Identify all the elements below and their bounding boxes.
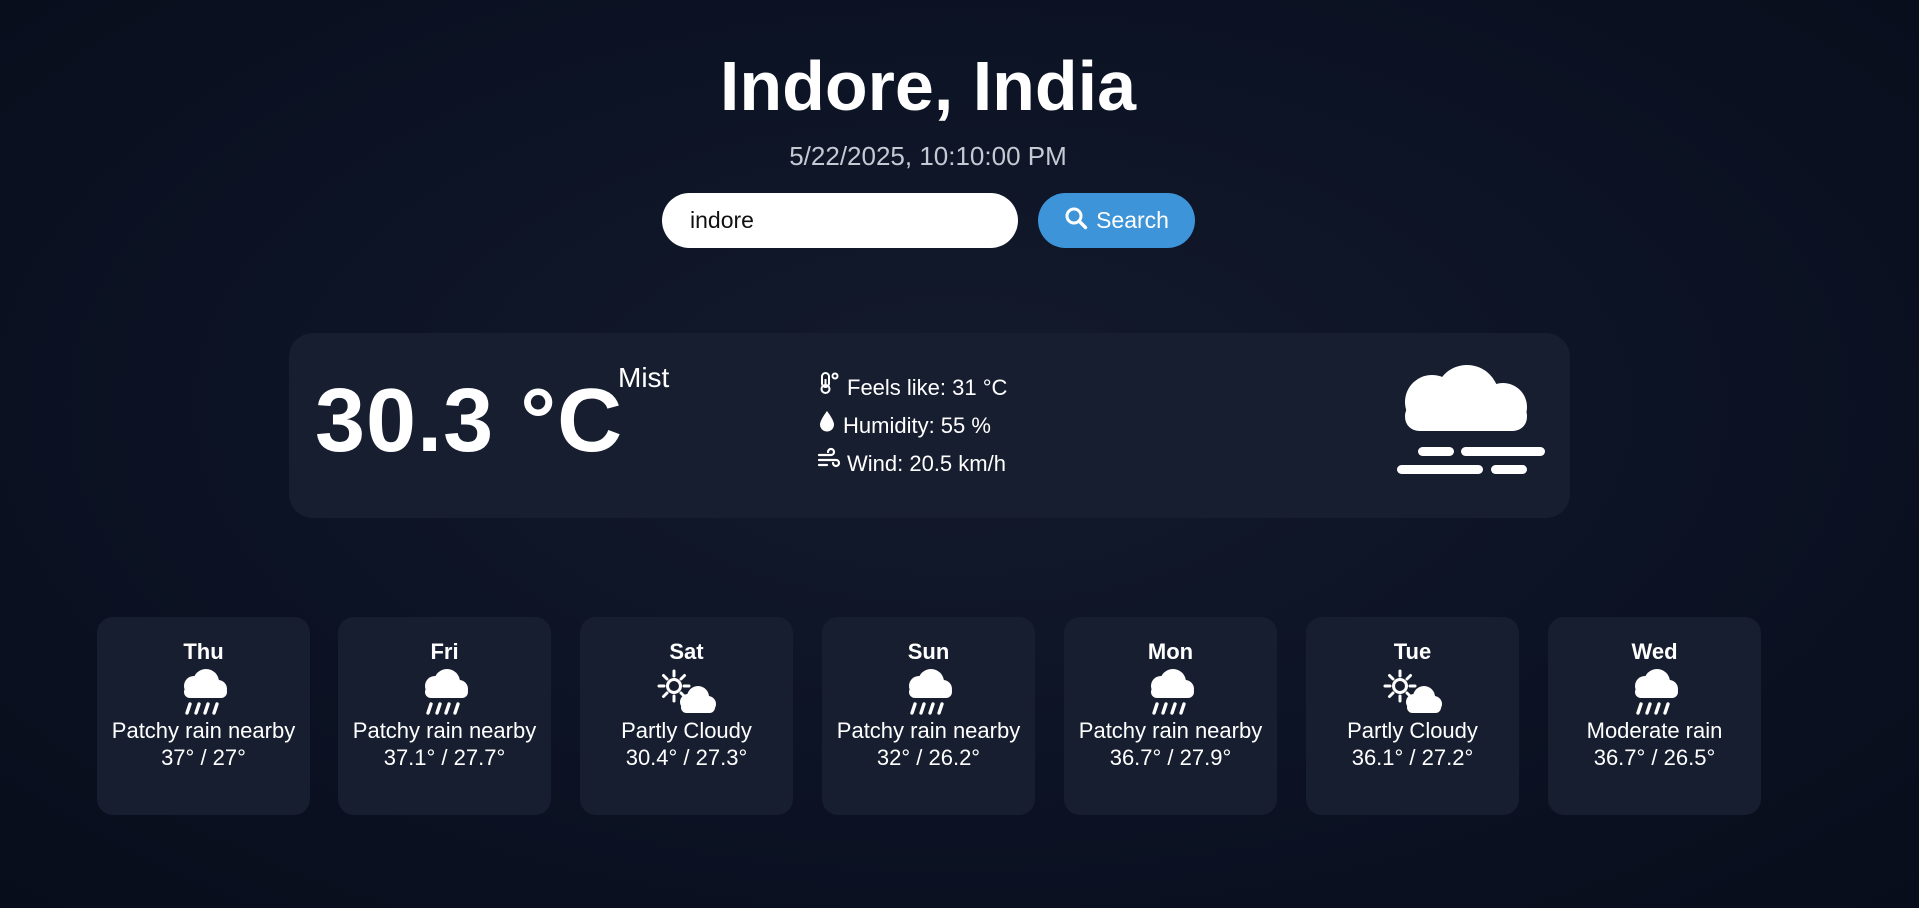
forecast-condition: Partly Cloudy — [621, 718, 752, 743]
partly-cloudy-icon — [1383, 669, 1442, 713]
thermometer-icon — [817, 369, 841, 407]
current-condition: Mist — [618, 362, 670, 393]
forecast-condition: Patchy rain nearby — [1078, 718, 1263, 743]
search-button-label: Search — [1096, 207, 1169, 233]
wind-text: Wind: 20.5 km/h — [847, 451, 1006, 476]
forecast-condition: Partly Cloudy — [1347, 718, 1478, 743]
mist-icon — [1395, 365, 1545, 495]
forecast-day: Sun — [907, 639, 950, 664]
current-weather-card: 30.3 °C Mist Feels like: 31 °C Humidity:… — [289, 333, 1570, 518]
forecast-card: Fri Patchy rain nearby 37.1° / 27.7° — [338, 617, 551, 815]
forecast-condition: Patchy rain nearby — [111, 718, 296, 743]
humidity-row: Humidity: 55 % — [817, 407, 1007, 445]
humidity-text: Humidity: 55 % — [843, 413, 991, 438]
forecast-card: Sun Patchy rain nearby 32° / 26.2° — [822, 617, 1035, 815]
weather-details: Feels like: 31 °C Humidity: 55 % Wind: 2… — [817, 369, 1007, 483]
forecast-condition: Moderate rain — [1586, 718, 1723, 743]
wind-icon — [817, 445, 841, 483]
current-temperature: 30.3 °C — [315, 371, 624, 471]
rain-cloud-icon — [908, 669, 952, 715]
forecast-card: Thu Patchy rain nearby 37° / 27° — [97, 617, 310, 815]
date-time: 5/22/2025, 10:10:00 PM — [789, 141, 1067, 171]
wind-row: Wind: 20.5 km/h — [817, 445, 1007, 483]
rain-cloud-icon — [424, 669, 468, 715]
feels-like-row: Feels like: 31 °C — [817, 369, 1007, 407]
partly-cloudy-icon — [657, 669, 716, 713]
forecast-card: Sat Partly Cloudy 30.4° / 27.3° — [580, 617, 793, 815]
city-title: Indore, India — [719, 47, 1137, 125]
search-input[interactable] — [662, 193, 1018, 248]
forecast-temps: 36.7° / 26.5° — [1593, 745, 1716, 770]
forecast-temps: 36.7° / 27.9° — [1109, 745, 1232, 770]
forecast-day: Mon — [1147, 639, 1194, 664]
forecast-condition: Patchy rain nearby — [352, 718, 537, 743]
search-button[interactable]: Search — [1038, 193, 1195, 248]
feels-like-text: Feels like: 31 °C — [847, 375, 1008, 400]
forecast-card: Wed Moderate rain 36.7° / 26.5° — [1548, 617, 1761, 815]
rain-cloud-icon — [1634, 669, 1678, 715]
forecast-temps: 37° / 27° — [161, 745, 246, 770]
rain-cloud-icon — [183, 669, 227, 715]
droplet-icon — [817, 407, 837, 445]
forecast-condition: Patchy rain nearby — [836, 718, 1021, 743]
forecast-day: Sat — [669, 639, 704, 664]
forecast-temps: 37.1° / 27.7° — [383, 745, 506, 770]
forecast-day: Fri — [430, 639, 459, 664]
forecast-day: Wed — [1631, 639, 1678, 664]
rain-cloud-icon — [1150, 669, 1194, 715]
forecast-temps: 30.4° / 27.3° — [625, 745, 748, 770]
forecast-day: Thu — [183, 639, 224, 664]
forecast-card: Mon Patchy rain nearby 36.7° / 27.9° — [1064, 617, 1277, 815]
forecast-day: Tue — [1393, 639, 1432, 664]
forecast-temps: 32° / 26.2° — [876, 745, 981, 770]
search-icon — [1064, 206, 1088, 236]
forecast-temps: 36.1° / 27.2° — [1351, 745, 1474, 770]
forecast-card: Tue Partly Cloudy 36.1° / 27.2° — [1306, 617, 1519, 815]
